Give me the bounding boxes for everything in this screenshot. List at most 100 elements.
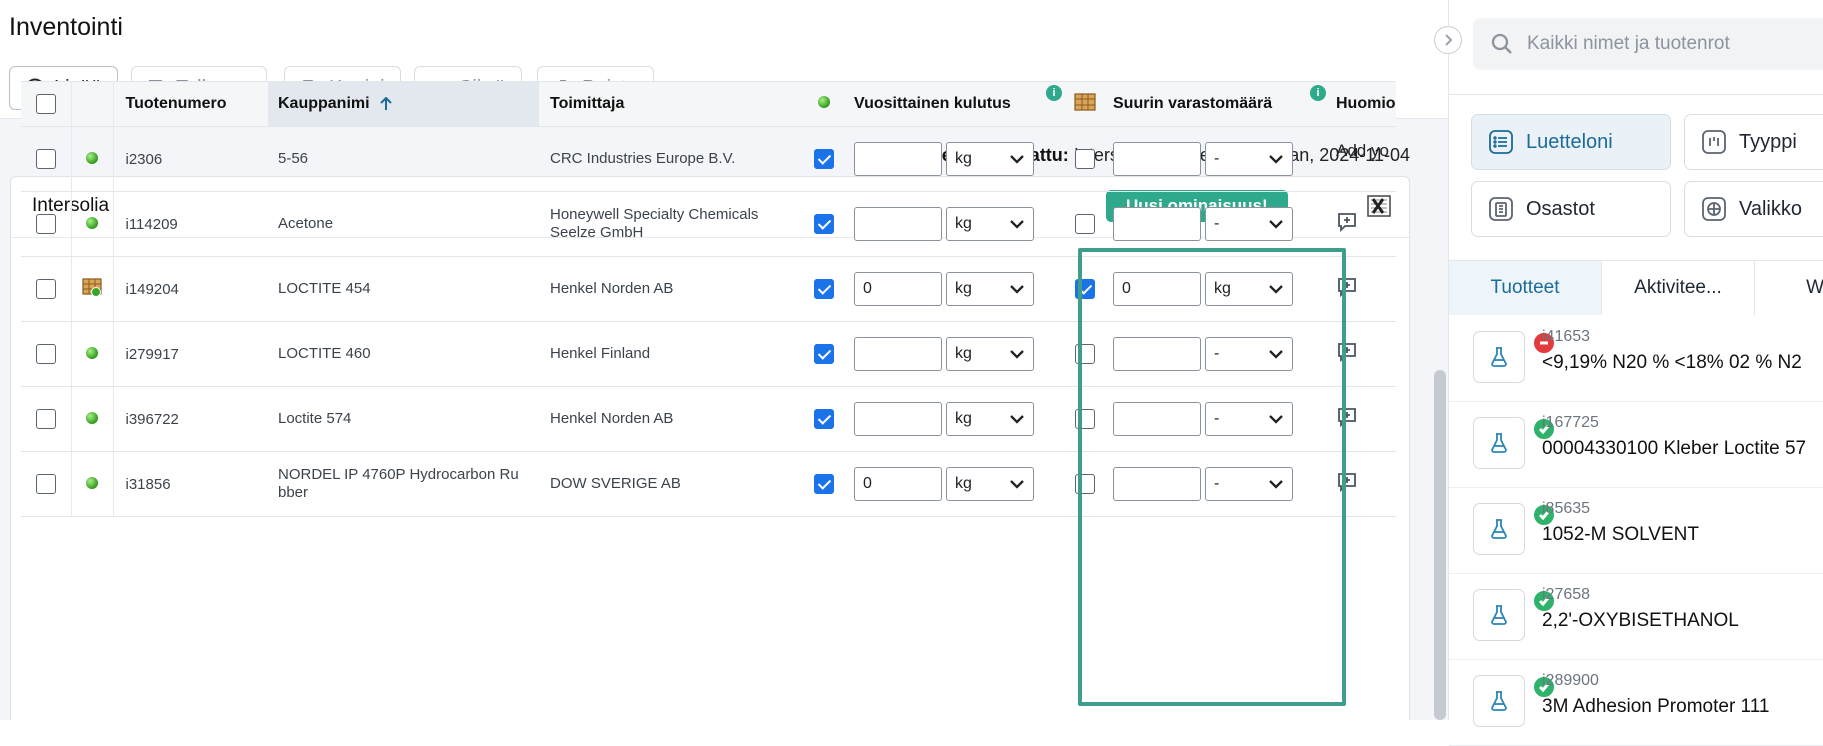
add-comment-icon[interactable] <box>1336 406 1358 428</box>
add-comment-icon[interactable] <box>1336 471 1358 493</box>
table-row[interactable]: i396722 Loctite 574 Henkel Norden AB kg - <box>21 386 1396 452</box>
flask-icon <box>1473 589 1556 641</box>
active-checkbox[interactable] <box>814 474 834 494</box>
unit-select[interactable]: - <box>1205 402 1293 436</box>
search-box[interactable]: Kaikki nimet ja tuotenrot <box>1473 18 1823 70</box>
view-my-list-button[interactable]: Luetteloni <box>1471 114 1671 170</box>
table-row[interactable]: i149204 LOCTITE 454 Henkel Norden AB 0 kg 0 kg <box>21 256 1396 322</box>
chevron-down-icon <box>1269 415 1283 424</box>
product-list-item[interactable]: i167725 00004330100 Kleber Loctite 57 <box>1449 402 1823 488</box>
unit-select[interactable]: - <box>1205 467 1293 501</box>
sort-ascending-icon <box>380 96 392 110</box>
col-annual-use[interactable]: Vuosittainen kulutus i <box>844 81 1066 127</box>
chevron-down-icon <box>1010 415 1024 424</box>
select-all-checkbox[interactable] <box>35 94 56 114</box>
col-max-stock[interactable]: Suurin varastomäärä i <box>1104 81 1330 127</box>
active-checkbox[interactable] <box>814 344 834 364</box>
tab-third[interactable]: W <box>1755 261 1823 315</box>
max-stock-input[interactable] <box>1113 207 1201 241</box>
product-list-item[interactable]: i289900 3M Adhesion Promoter 111 <box>1449 660 1823 746</box>
unit-select[interactable]: kg <box>946 337 1034 371</box>
max-stock-input[interactable] <box>1113 142 1201 176</box>
unit-select[interactable]: kg <box>1205 272 1293 306</box>
add-comment-icon[interactable] <box>1336 211 1358 233</box>
unit-select[interactable]: kg <box>946 207 1034 241</box>
search-input[interactable]: Kaikki nimet ja tuotenrot <box>1527 33 1730 55</box>
max-stock-input[interactable] <box>1113 467 1201 501</box>
product-number: i149204 <box>113 256 268 322</box>
unit-select[interactable]: kg <box>946 402 1034 436</box>
table-row[interactable]: i114209 Acetone Honeywell Specialty Chemic… <box>21 191 1396 257</box>
view-menu-button[interactable]: Valikko <box>1684 181 1823 237</box>
flask-icon <box>1473 417 1556 469</box>
tab-products[interactable]: Tuotteet <box>1449 261 1602 315</box>
col-supplier[interactable]: Toimittaja <box>539 81 804 127</box>
product-list-item[interactable]: i27658 2,2'-OXYBISETHANOL <box>1449 574 1823 660</box>
max-stock-checkbox[interactable] <box>1075 149 1095 169</box>
add-comment-icon[interactable] <box>1336 341 1358 363</box>
product-id: i167725 <box>1542 414 1599 431</box>
unit-select[interactable]: kg <box>946 272 1034 306</box>
annual-use-input[interactable] <box>854 402 942 436</box>
status-dot-icon <box>86 346 98 359</box>
row-checkbox[interactable] <box>35 409 56 429</box>
table-row[interactable]: i2306 5-56 CRC Industries Europe B.V. kg - Ad… <box>21 126 1396 192</box>
flask-icon <box>1473 331 1556 383</box>
annual-use-input[interactable] <box>854 337 942 371</box>
annual-use-input[interactable] <box>854 207 942 241</box>
max-stock-input[interactable] <box>1113 402 1201 436</box>
collapse-panel-button[interactable] <box>1434 26 1462 54</box>
active-checkbox[interactable] <box>814 214 834 234</box>
col-product-no[interactable]: Tuotenumero <box>113 81 268 127</box>
col-annual-use-label: Vuosittainen kulutus <box>854 95 1011 112</box>
add-comment-icon[interactable] <box>1336 276 1358 298</box>
add-note-text[interactable]: Add yo <box>1336 141 1389 160</box>
max-stock-checkbox[interactable] <box>1075 344 1095 364</box>
chevron-down-icon <box>1010 285 1024 294</box>
row-checkbox[interactable] <box>35 474 56 494</box>
unit-select[interactable]: - <box>1205 337 1293 371</box>
unit-select-value: kg <box>955 345 972 362</box>
active-checkbox[interactable] <box>814 409 834 429</box>
unit-select-value: - <box>1214 475 1220 492</box>
max-stock-checkbox[interactable] <box>1075 474 1095 494</box>
unit-select[interactable]: kg <box>946 142 1034 176</box>
table-row[interactable]: i279917 LOCTITE 460 Henkel Finland kg - <box>21 321 1396 387</box>
max-stock-input[interactable]: 0 <box>1113 272 1201 306</box>
col-trade-name[interactable]: Kauppanimi <box>268 81 539 127</box>
product-list-item[interactable]: i41653 <9,19% N20 % <18% 02 % N2 <box>1449 316 1823 402</box>
max-stock-checkbox[interactable] <box>1075 214 1095 234</box>
tab-activities[interactable]: Aktivitee... <box>1602 261 1755 315</box>
active-checkbox[interactable] <box>814 279 834 299</box>
annual-use-input[interactable] <box>854 142 942 176</box>
supplier: DOW SVERIGE AB <box>539 451 804 517</box>
active-checkbox[interactable] <box>814 149 834 169</box>
unit-select[interactable]: - <box>1205 142 1293 176</box>
product-list-item[interactable]: i85635 1052-M SOLVENT <box>1449 488 1823 574</box>
product-name: 3M Adhesion Promoter 111 <box>1542 696 1770 717</box>
row-checkbox[interactable] <box>35 149 56 169</box>
max-stock-input[interactable] <box>1113 337 1201 371</box>
max-stock-checkbox[interactable] <box>1075 279 1095 299</box>
info-icon[interactable]: i <box>1310 85 1326 101</box>
scrollbar[interactable] <box>1434 370 1446 720</box>
annual-use-input[interactable]: 0 <box>854 272 942 306</box>
product-id: i85635 <box>1542 500 1591 517</box>
col-notes[interactable]: Huomio <box>1330 81 1396 127</box>
trade-name: NORDEL IP 4760P Hydrocarbon Ru bber <box>268 451 539 517</box>
info-icon[interactable]: i <box>1046 85 1062 101</box>
table-row[interactable]: i31856 NORDEL IP 4760P Hydrocarbon Ru bbe… <box>21 451 1396 517</box>
view-type-button[interactable]: Tyyppi <box>1684 114 1823 170</box>
row-checkbox[interactable] <box>35 344 56 364</box>
row-checkbox[interactable] <box>35 214 56 234</box>
product-name: 00004330100 Kleber Loctite 57 <box>1542 438 1807 459</box>
view-departments-button[interactable]: Osastot <box>1471 181 1671 237</box>
unit-select[interactable]: kg <box>946 467 1034 501</box>
chevron-down-icon <box>1010 480 1024 489</box>
status-dot-icon <box>86 151 98 164</box>
unit-select[interactable]: - <box>1205 207 1293 241</box>
row-checkbox[interactable] <box>35 279 56 299</box>
inventory-table: Tuotenumero Kauppanimi Toimittaja Vuosit… <box>21 81 1396 517</box>
max-stock-checkbox[interactable] <box>1075 409 1095 429</box>
annual-use-input[interactable]: 0 <box>854 467 942 501</box>
